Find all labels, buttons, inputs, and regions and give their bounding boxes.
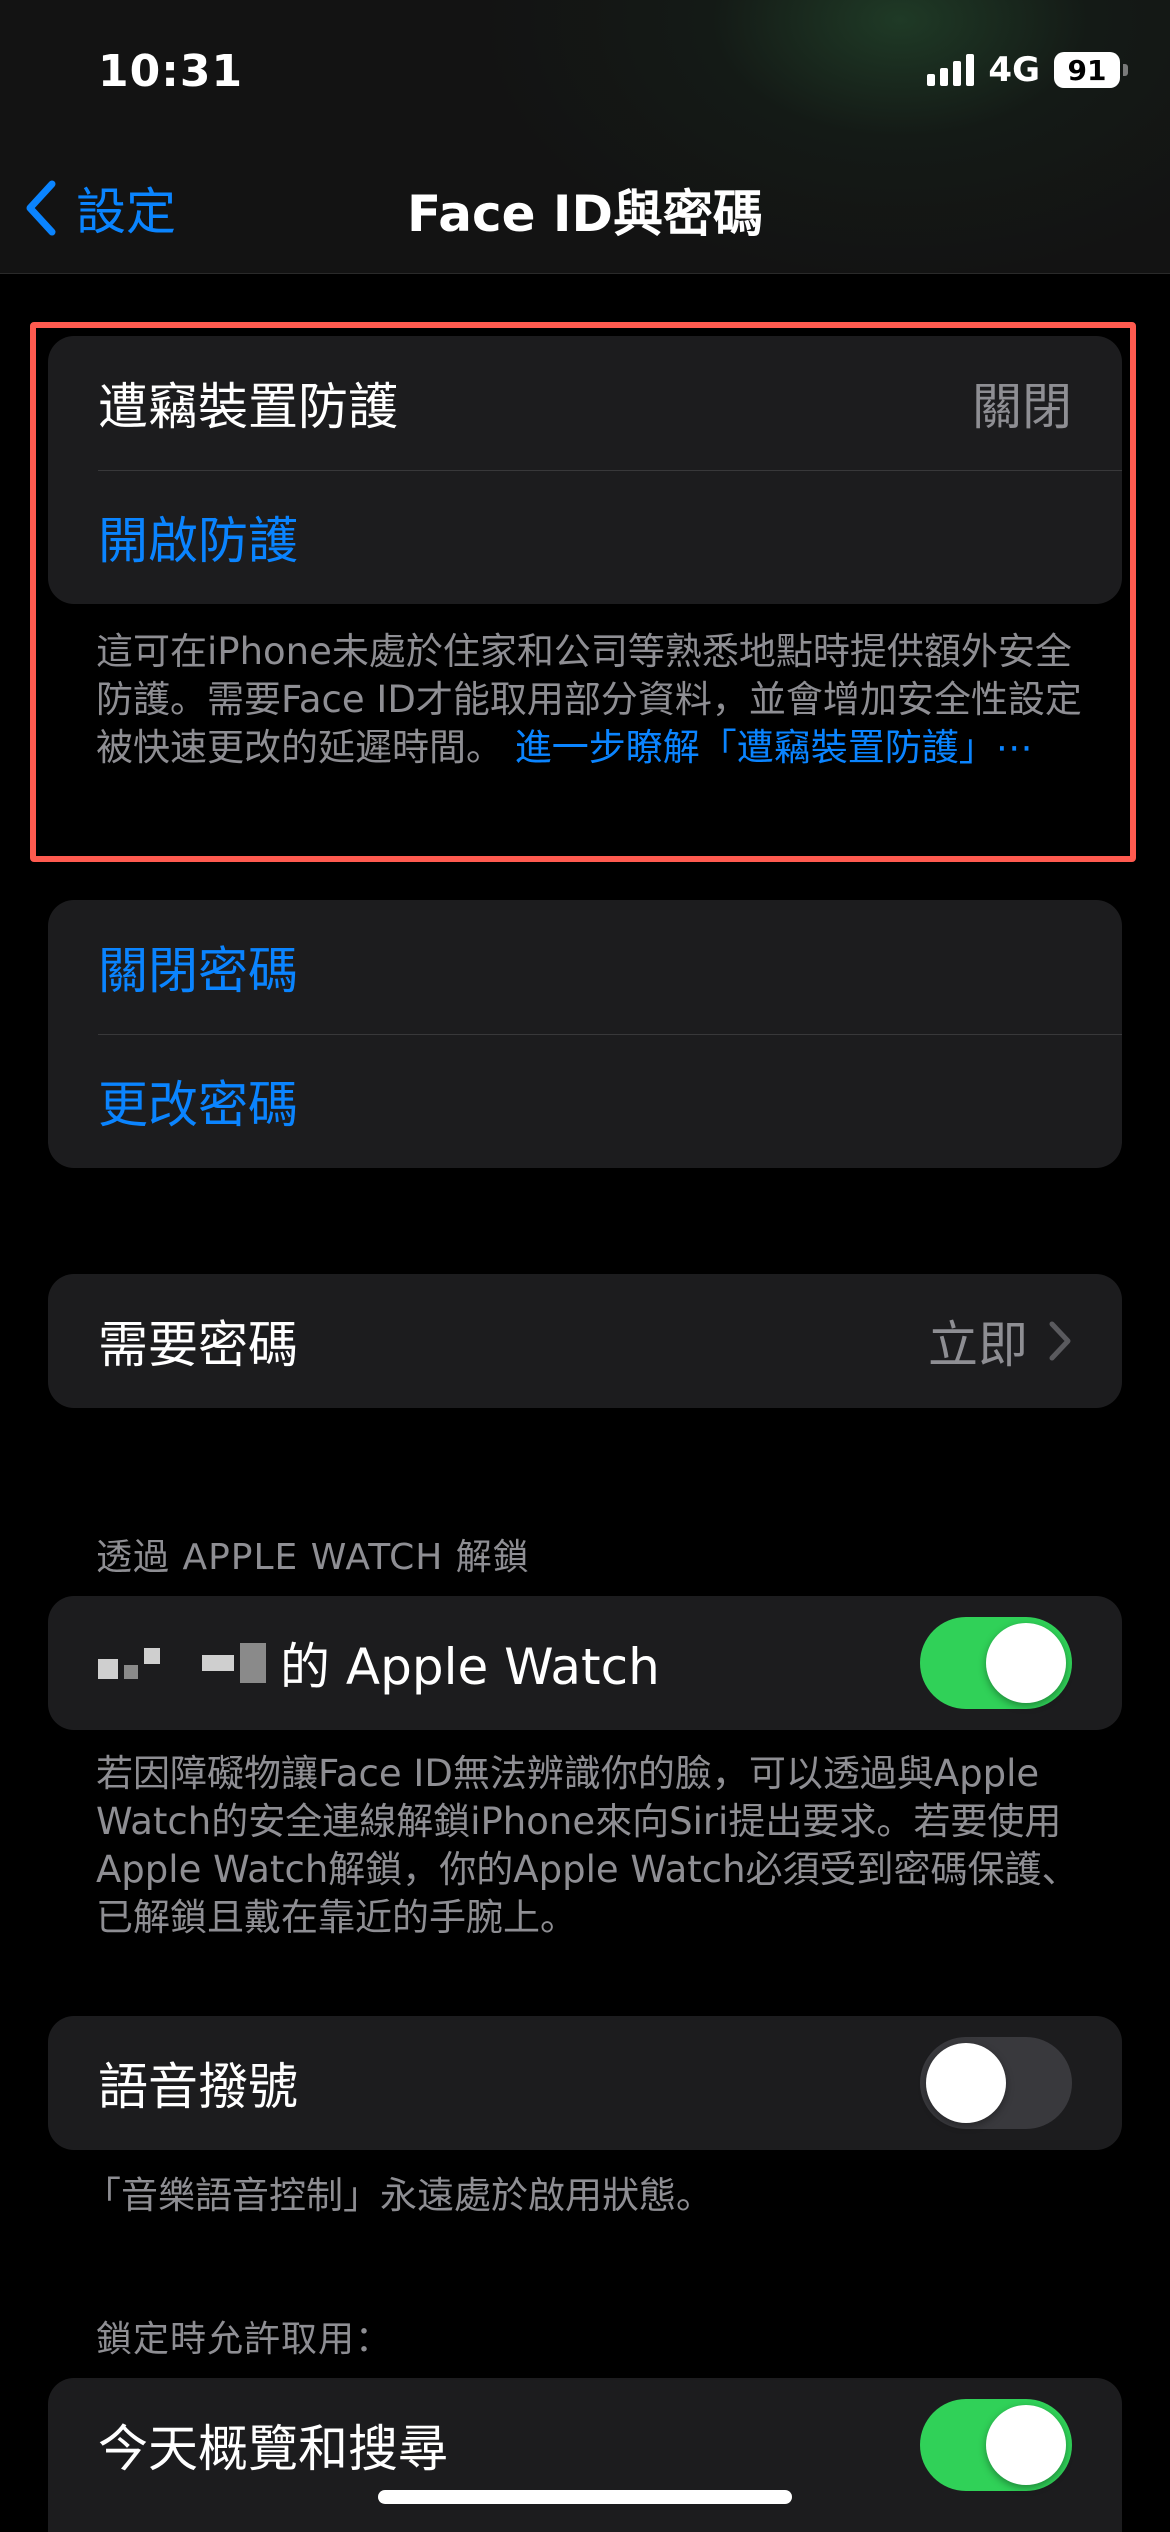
require-passcode-row[interactable]: 需要密碼 立即 (48, 1274, 1122, 1408)
apple-watch-label: 的 Apple Watch (280, 1638, 660, 1696)
voice-dial-toggle[interactable] (920, 2037, 1072, 2129)
apple-watch-unlock-row: 的 Apple Watch (48, 1596, 1122, 1730)
page-title: Face ID與密碼 (406, 185, 764, 243)
home-indicator (378, 2490, 792, 2504)
battery-icon: 91 (1054, 52, 1128, 88)
voice-dial-group: 語音撥號 (48, 2016, 1122, 2150)
apple-watch-section-header: 透過 APPLE WATCH 解鎖 (96, 1537, 530, 1578)
locked-access-group: 今天概覽和搜尋 (48, 2378, 1122, 2532)
chevron-right-icon (1049, 1321, 1071, 1361)
today-view-label: 今天概覽和搜尋 (98, 2420, 448, 2478)
settings-page: 10:31 4G 91 設定 Face ID與密碼 遭竊裝置防護 關閉 開啟防護… (0, 0, 1170, 2532)
change-passcode-label: 更改密碼 (98, 1076, 298, 1134)
apple-watch-toggle[interactable] (920, 1617, 1072, 1709)
require-passcode-label: 需要密碼 (98, 1316, 298, 1374)
apple-watch-footer: 若因障礙物讓Face ID無法辨識你的臉，可以透過與Apple Watch的安全… (96, 1752, 1079, 1939)
status-indicators: 4G 91 (927, 50, 1128, 90)
network-type: 4G (988, 50, 1040, 90)
require-passcode-value-wrap: 立即 (928, 1305, 1072, 1377)
navigation-header: 10:31 4G 91 設定 Face ID與密碼 (0, 0, 1170, 274)
cellular-signal-icon (927, 54, 975, 86)
status-time: 10:31 (98, 46, 244, 97)
highlight-box (30, 322, 1136, 862)
turn-off-passcode-label: 關閉密碼 (98, 942, 298, 1000)
toggle-knob (986, 1623, 1066, 1703)
passcode-group: 關閉密碼 更改密碼 (48, 900, 1122, 1168)
today-view-toggle[interactable] (920, 2399, 1072, 2491)
voice-dial-row: 語音撥號 (48, 2016, 1122, 2150)
turn-off-passcode-button[interactable]: 關閉密碼 (48, 900, 1122, 1034)
change-passcode-button[interactable]: 更改密碼 (48, 1034, 1122, 1168)
require-passcode-value: 立即 (928, 1316, 1028, 1374)
toggle-knob (926, 2043, 1006, 2123)
locked-access-header: 鎖定時允許取用： (96, 2319, 393, 2360)
apple-watch-group: 的 Apple Watch (48, 1596, 1122, 1730)
toggle-knob (986, 2405, 1066, 2485)
voice-dial-label: 語音撥號 (98, 2058, 298, 2116)
redacted-owner-name (98, 1643, 266, 1683)
voice-dial-footer: 「音樂語音控制」永遠處於啟用狀態。 (84, 2174, 713, 2217)
require-passcode-group: 需要密碼 立即 (48, 1274, 1122, 1408)
